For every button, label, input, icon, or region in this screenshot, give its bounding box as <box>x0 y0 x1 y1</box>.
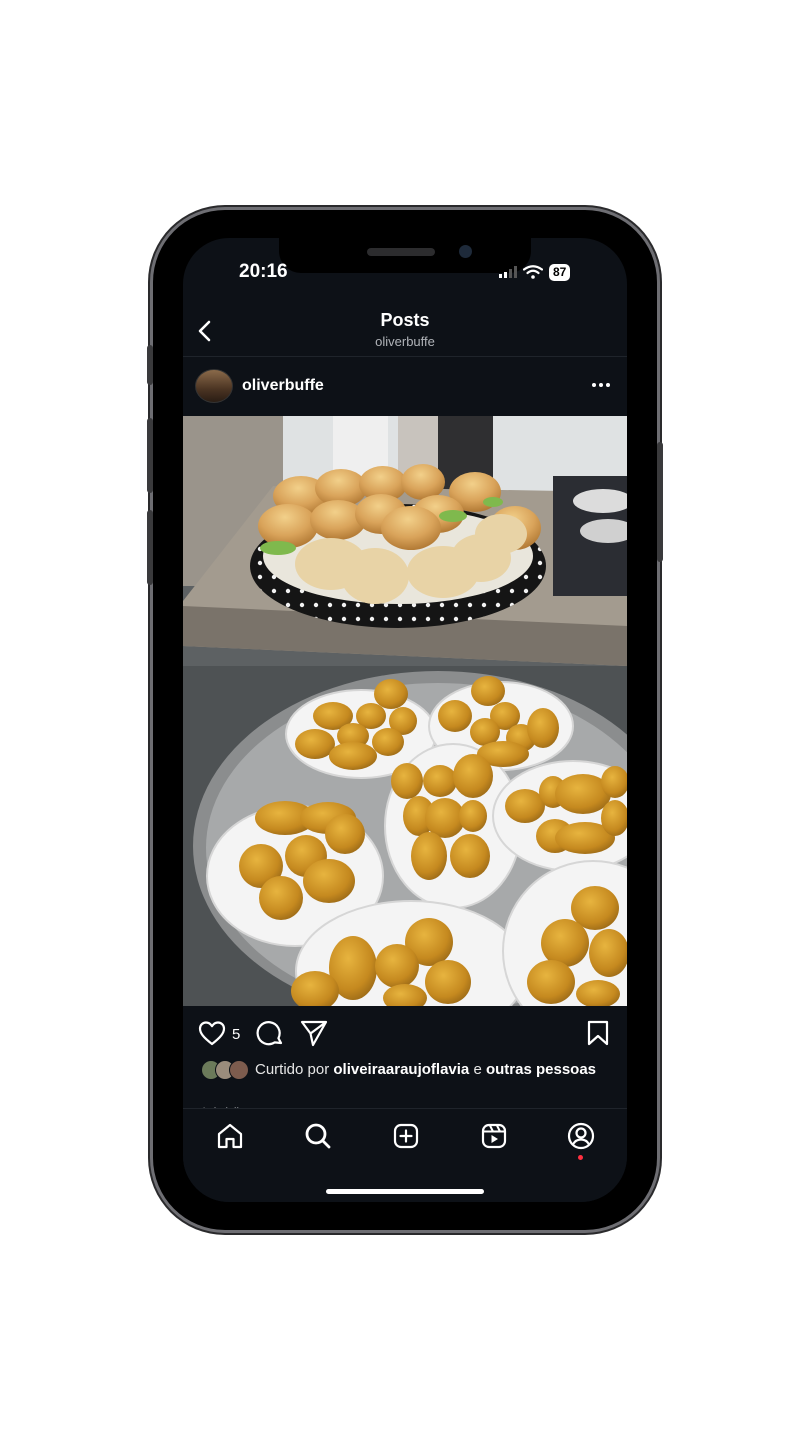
battery-indicator: 87 <box>549 263 571 281</box>
screen: 20:16 87 Posts oliverbuffe oliverbuffe 5… <box>183 238 627 1202</box>
bottom-nav <box>183 1108 627 1202</box>
send-icon[interactable] <box>299 1018 329 1048</box>
profile-icon[interactable] <box>566 1121 596 1151</box>
notification-dot <box>578 1155 583 1160</box>
post-username[interactable]: oliverbuffe <box>242 377 324 395</box>
avatar[interactable] <box>195 369 233 403</box>
status-time: 20:16 <box>239 261 288 282</box>
home-indicator[interactable] <box>326 1189 484 1194</box>
page-subtitle: oliverbuffe <box>375 334 435 349</box>
create-icon[interactable] <box>391 1121 421 1151</box>
comment-icon[interactable] <box>255 1018 285 1048</box>
liked-by-user-link[interactable]: oliveiraaraujoflavia <box>333 1061 469 1078</box>
front-camera <box>459 245 472 258</box>
side-button <box>657 442 663 562</box>
notch <box>279 238 531 273</box>
speaker <box>367 248 435 256</box>
avatar <box>229 1060 249 1080</box>
search-icon[interactable] <box>303 1121 333 1151</box>
header: Posts oliverbuffe <box>183 306 627 357</box>
more-horizontal-icon[interactable] <box>589 373 613 397</box>
heart-icon[interactable] <box>197 1018 227 1048</box>
bookmark-icon[interactable] <box>583 1018 613 1048</box>
like-count[interactable]: 5 <box>232 1026 240 1043</box>
post-header: oliverbuffe <box>183 363 627 407</box>
liked-by-join: e <box>469 1061 486 1078</box>
liked-by-row[interactable]: Curtido por oliveiraaraujoflavia e outra… <box>201 1060 611 1080</box>
side-button <box>147 418 153 493</box>
home-icon[interactable] <box>215 1121 245 1151</box>
wifi-icon <box>523 265 543 279</box>
side-button <box>147 510 153 585</box>
liker-avatars <box>201 1060 251 1080</box>
reels-icon[interactable] <box>479 1121 509 1151</box>
liked-by-others-link[interactable]: outras pessoas <box>486 1061 596 1078</box>
post-photo[interactable] <box>183 416 627 1006</box>
side-button <box>147 345 153 385</box>
page-title: Posts <box>380 310 430 330</box>
signal-icon <box>499 266 517 278</box>
status-icons: 87 <box>499 262 571 282</box>
liked-by-text: Curtido por oliveiraaraujoflavia e outra… <box>255 1060 611 1079</box>
liked-by-prefix: Curtido por <box>255 1061 334 1078</box>
post-actions: 5 <box>183 1018 627 1050</box>
